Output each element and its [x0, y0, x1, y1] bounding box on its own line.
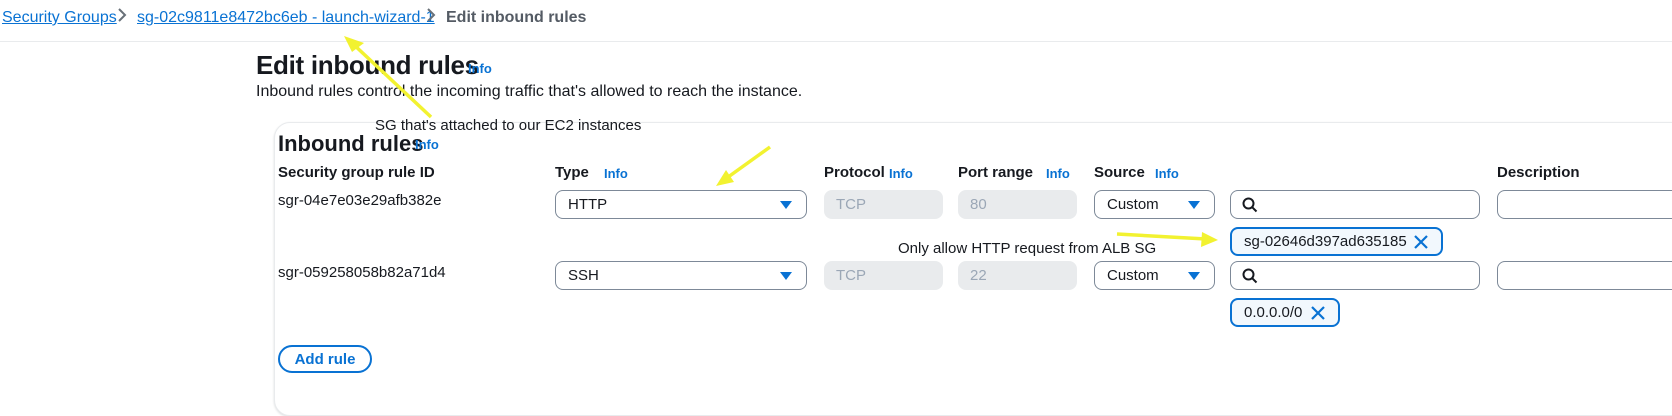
column-header-protocol: Protocol [824, 164, 885, 181]
column-header-source: Source [1094, 164, 1145, 181]
column-header-type: Type [555, 164, 589, 181]
breadcrumb-divider [0, 41, 1672, 42]
type-select[interactable]: HTTP [555, 190, 807, 219]
rule-id: sgr-04e7e03e29afb382e [278, 192, 442, 209]
port-range-value: 80 [970, 196, 987, 213]
source-search-input[interactable] [1230, 261, 1480, 290]
panel-info-link[interactable]: Info [415, 137, 439, 152]
source-select[interactable]: Custom [1094, 261, 1215, 290]
source-token-label: 0.0.0.0/0 [1244, 304, 1303, 321]
page-title-info-link[interactable]: Info [468, 61, 492, 76]
page-title: Edit inbound rules [256, 50, 479, 80]
source-select-value: Custom [1107, 267, 1159, 284]
source-token: sg-02646d397ad635185 [1230, 227, 1443, 256]
annotation-sg-note: SG that's attached to our EC2 instances [375, 117, 642, 134]
source-info-link[interactable]: Info [1155, 166, 1179, 181]
type-select-value: HTTP [568, 196, 608, 213]
protocol-field: TCP [824, 190, 943, 219]
protocol-field: TCP [824, 261, 943, 290]
close-icon[interactable] [1413, 234, 1429, 250]
column-header-rule-id: Security group rule ID [278, 164, 435, 181]
port-range-field: 22 [958, 261, 1077, 290]
caret-down-icon [780, 200, 792, 209]
protocol-value: TCP [836, 267, 866, 284]
description-input[interactable] [1497, 261, 1672, 290]
search-icon [1242, 197, 1258, 213]
port-range-field: 80 [958, 190, 1077, 219]
type-select-value: SSH [568, 267, 599, 284]
page-description: Inbound rules control the incoming traff… [256, 83, 803, 100]
close-icon[interactable] [1310, 305, 1326, 321]
protocol-info-link[interactable]: Info [889, 166, 913, 181]
search-icon [1242, 268, 1258, 284]
source-select-value: Custom [1107, 196, 1159, 213]
caret-down-icon [780, 271, 792, 280]
caret-down-icon [1188, 271, 1200, 280]
source-select[interactable]: Custom [1094, 190, 1215, 219]
column-header-port-range: Port range [958, 164, 1034, 181]
column-header-description: Description [1497, 164, 1580, 181]
type-info-link[interactable]: Info [604, 166, 628, 181]
port-range-info-link[interactable]: Info [1046, 166, 1070, 181]
description-input[interactable] [1497, 190, 1672, 219]
add-rule-button[interactable]: Add rule [278, 345, 372, 373]
source-token: 0.0.0.0/0 [1230, 298, 1340, 327]
chevron-right-icon [117, 7, 127, 28]
source-token-label: sg-02646d397ad635185 [1244, 233, 1407, 250]
protocol-value: TCP [836, 196, 866, 213]
panel-title: Inbound rules [278, 131, 424, 156]
source-search-input[interactable] [1230, 190, 1480, 219]
port-range-value: 22 [970, 267, 987, 284]
breadcrumb-current: Edit inbound rules [446, 9, 587, 26]
breadcrumb-security-group[interactable]: sg-02c9811e8472bc6eb - launch-wizard-1 [137, 9, 435, 27]
chevron-right-icon [426, 7, 436, 28]
annotation-alb-note: Only allow HTTP request from ALB SG [898, 240, 1157, 257]
type-select[interactable]: SSH [555, 261, 807, 290]
breadcrumb-security-groups[interactable]: Security Groups [2, 9, 117, 27]
caret-down-icon [1188, 200, 1200, 209]
rule-id: sgr-059258058b82a71d4 [278, 264, 446, 281]
